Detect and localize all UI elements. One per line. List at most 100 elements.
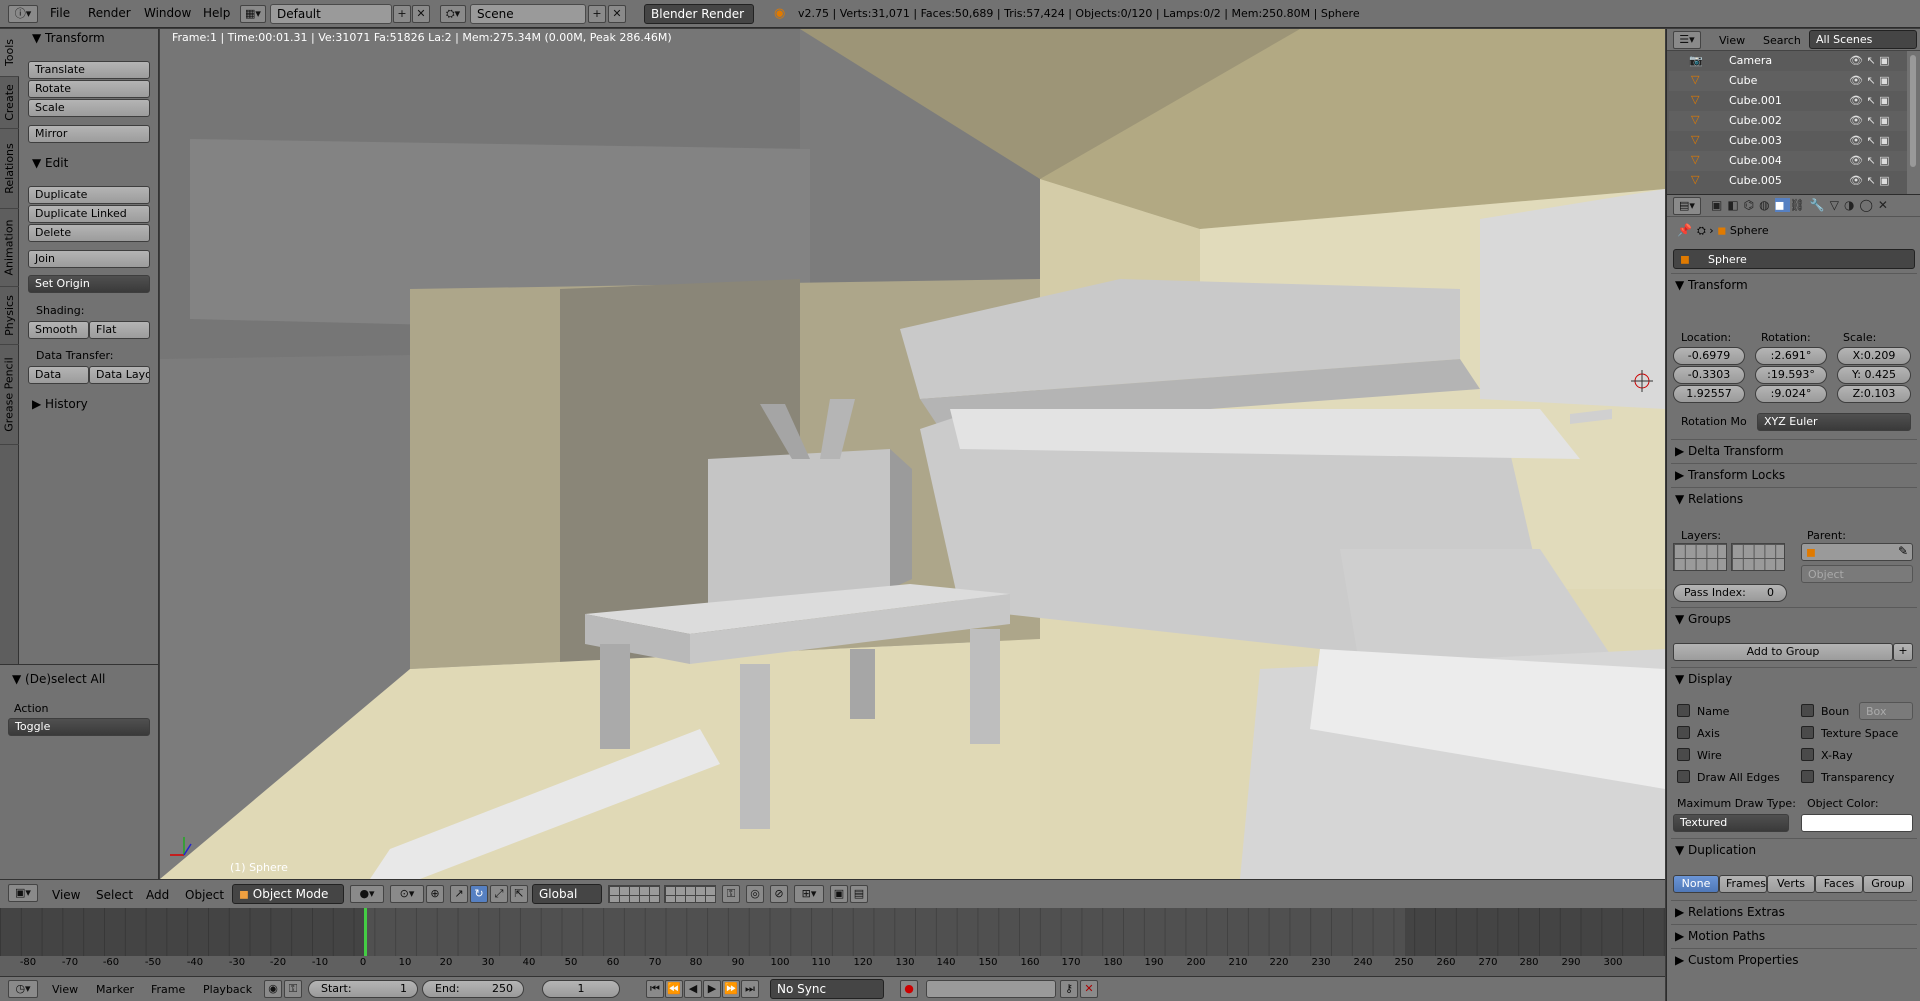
timeline-menu-view[interactable]: View — [52, 983, 78, 996]
duplicate-button[interactable]: Duplicate — [28, 186, 150, 204]
current-frame-field[interactable]: 1 — [542, 980, 620, 998]
menu-view[interactable]: View — [52, 888, 80, 902]
edit-panel-header[interactable]: ▼ Edit — [32, 156, 68, 170]
history-panel-header[interactable]: ▶ History — [32, 397, 88, 411]
rotate-button[interactable]: Rotate — [28, 80, 150, 98]
pass-index-field[interactable]: Pass Index: 0 — [1673, 584, 1787, 602]
timeline-menu-playback[interactable]: Playback — [203, 983, 252, 996]
timeline-editor-icon[interactable]: ◷▾ — [8, 980, 38, 998]
bounds-checkbox[interactable] — [1801, 704, 1814, 717]
transform-section-header[interactable]: ▼ Transform — [1671, 273, 1917, 295]
add-group-icon[interactable]: + — [1893, 643, 1913, 661]
delete-keyframe-icon[interactable]: ✕ — [1080, 980, 1098, 998]
location-x-field[interactable]: -0.6979 — [1673, 347, 1745, 365]
add-to-group-button[interactable]: Add to Group — [1673, 643, 1893, 661]
screen-layout-icon[interactable]: ▦▾ — [240, 5, 266, 23]
timeline-menu-frame[interactable]: Frame — [151, 983, 185, 996]
parent-field[interactable]: ◼ ✎ — [1801, 543, 1913, 561]
manipulator-toggle-icon[interactable]: ⊕ — [426, 885, 444, 903]
viewport-scene[interactable] — [160, 29, 1665, 879]
current-frame-cursor[interactable] — [364, 908, 367, 956]
rotate-manipulator-icon[interactable]: ↻ — [470, 885, 488, 903]
scale-button[interactable]: Scale — [28, 99, 150, 117]
render-anim-icon[interactable]: ▤ — [850, 885, 868, 903]
properties-context-icons[interactable]: ▣◧⌬◍◼⛓🔧▽◑◯✕ — [1711, 198, 1893, 212]
dup-frames-button[interactable]: Frames — [1719, 875, 1767, 893]
max-draw-type-select[interactable]: Textured — [1673, 814, 1789, 832]
bounds-type-select[interactable]: Box — [1859, 702, 1913, 720]
dup-verts-button[interactable]: Verts — [1767, 875, 1815, 893]
dup-faces-button[interactable]: Faces — [1815, 875, 1863, 893]
smooth-button[interactable]: Smooth — [28, 321, 89, 339]
insert-keyframe-icon[interactable]: ⚷ — [1060, 980, 1078, 998]
scale-x-field[interactable]: X:0.209 — [1837, 347, 1911, 365]
tab-grease-pencil[interactable]: Grease Pencil — [0, 345, 19, 445]
join-button[interactable]: Join — [28, 250, 150, 268]
menu-object[interactable]: Object — [185, 888, 224, 902]
draw-all-edges-checkbox[interactable] — [1677, 770, 1690, 783]
menu-help[interactable]: Help — [203, 6, 230, 20]
play-reverse-icon[interactable]: ◀ — [684, 980, 702, 998]
outliner-editor-icon[interactable]: ☰▾ — [1673, 31, 1701, 49]
relations-header[interactable]: ▼ Relations — [1671, 487, 1917, 509]
tab-animation[interactable]: Animation — [0, 209, 19, 287]
scene-icon[interactable]: ⛭▾ — [440, 5, 466, 23]
transform-panel-header[interactable]: ▼ Transform — [32, 31, 105, 45]
scene-field[interactable]: Scene — [470, 4, 586, 24]
name-checkbox[interactable] — [1677, 704, 1690, 717]
flat-button[interactable]: Flat — [89, 321, 150, 339]
rotation-z-field[interactable]: :9.024° — [1755, 385, 1827, 403]
end-frame-field[interactable]: End: 250 — [422, 980, 524, 998]
data-layout-button[interactable]: Data Layo — [89, 366, 150, 384]
start-frame-field[interactable]: Start: 1 — [308, 980, 418, 998]
snap-toggle-icon[interactable]: ⊘ — [770, 885, 788, 903]
lock-range-icon[interactable]: ⚿ — [284, 980, 302, 998]
rotation-x-field[interactable]: :2.691° — [1755, 347, 1827, 365]
location-z-field[interactable]: 1.92557 — [1673, 385, 1745, 403]
snap-element-icon[interactable]: ⊞▾ — [794, 885, 824, 903]
jump-keyframe-forward-icon[interactable]: ⏩ — [722, 980, 740, 998]
data-button[interactable]: Data — [28, 366, 89, 384]
texture-space-checkbox[interactable] — [1801, 726, 1814, 739]
jump-end-icon[interactable]: ⏭ — [741, 980, 759, 998]
menu-add[interactable]: Add — [146, 888, 169, 902]
render-still-icon[interactable]: ▣ — [830, 885, 848, 903]
timeline-menu-marker[interactable]: Marker — [96, 983, 134, 996]
outliner-scrollbar[interactable] — [1910, 55, 1916, 167]
transform-locks-header[interactable]: ▶ Transform Locks — [1671, 463, 1917, 485]
transform-orientation-select[interactable]: Global — [532, 884, 602, 904]
delete-button[interactable]: Delete — [28, 224, 150, 242]
properties-editor-icon[interactable]: ▤▾ — [1673, 197, 1701, 215]
axis-checkbox[interactable] — [1677, 726, 1690, 739]
groups-header[interactable]: ▼ Groups — [1671, 607, 1917, 629]
menu-window[interactable]: Window — [144, 6, 191, 20]
preview-range-icon[interactable]: ◉ — [264, 980, 282, 998]
translate-manipulator-icon[interactable]: ↗ — [450, 885, 468, 903]
tab-tools[interactable]: Tools — [0, 29, 19, 77]
duplicate-linked-button[interactable]: Duplicate Linked — [28, 205, 150, 223]
proportional-edit-icon[interactable]: ◎ — [746, 885, 764, 903]
object-layers-grid[interactable] — [1673, 543, 1727, 571]
location-y-field[interactable]: -0.3303 — [1673, 366, 1745, 384]
translate-button[interactable]: Translate — [28, 61, 150, 79]
dup-group-button[interactable]: Group — [1863, 875, 1913, 893]
wire-checkbox[interactable] — [1677, 748, 1690, 761]
tab-relations[interactable]: Relations — [0, 129, 19, 209]
menu-render[interactable]: Render — [88, 6, 131, 20]
action-select[interactable]: Toggle — [8, 718, 150, 736]
tab-create[interactable]: Create — [0, 77, 19, 129]
layers-grid[interactable] — [608, 885, 660, 903]
snap-manipulator-icon[interactable]: ⇱ — [510, 885, 528, 903]
menu-file[interactable]: File — [50, 6, 70, 20]
scale-z-field[interactable]: Z:0.103 — [1837, 385, 1911, 403]
sync-mode-select[interactable]: No Sync — [770, 979, 884, 999]
object-layers-grid-2[interactable] — [1731, 543, 1785, 571]
custom-properties-header[interactable]: ▶ Custom Properties — [1671, 948, 1917, 970]
add-layout-icon[interactable]: + — [393, 5, 411, 23]
menu-select[interactable]: Select — [96, 888, 133, 902]
object-color-swatch[interactable] — [1801, 814, 1913, 832]
viewport-shading-icon[interactable]: ●▾ — [350, 885, 384, 903]
xray-checkbox[interactable] — [1801, 748, 1814, 761]
visibility-icons[interactable]: 👁 ↖ ▣ 👁 ↖ ▣ 👁 ↖ ▣ 👁 ↖ ▣ 👁 ↖ ▣ 👁 ↖ ▣ 👁 ↖ ▣ — [1849, 51, 1907, 191]
remove-layout-icon[interactable]: ✕ — [412, 5, 430, 23]
